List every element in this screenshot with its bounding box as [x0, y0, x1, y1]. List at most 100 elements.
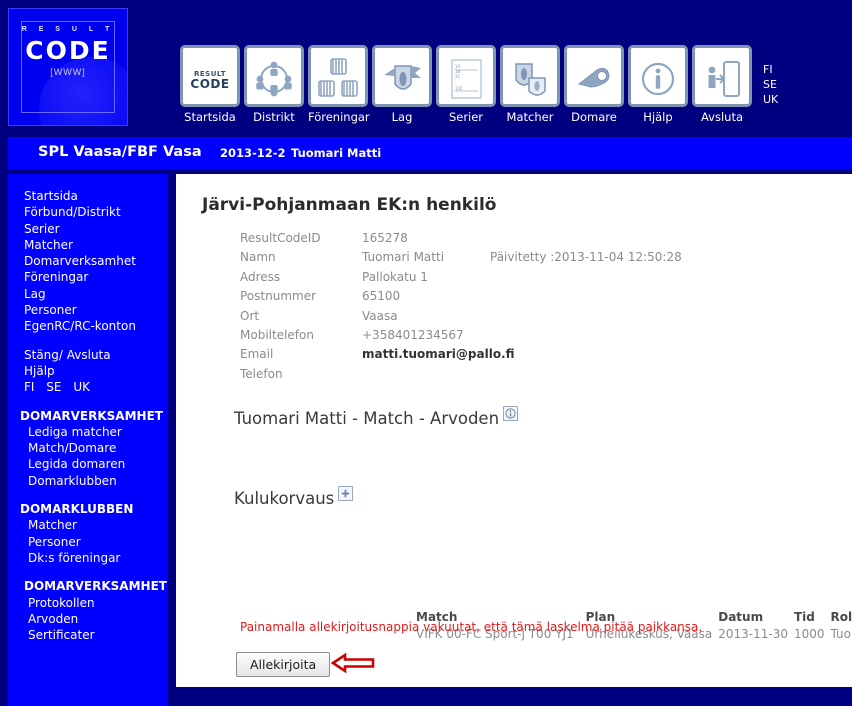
- people-circle-icon: [244, 45, 304, 107]
- app-header: R E S U L T CODE [WWW] RESULT CODE Start…: [0, 0, 852, 133]
- nav-item-startsida[interactable]: RESULT CODE Startsida: [180, 45, 240, 124]
- sidebar-item-foreningar[interactable]: Föreningar: [8, 269, 168, 285]
- nav-item-lag[interactable]: Lag: [372, 45, 432, 124]
- organization-name: SPL Vaasa/FBF Vasa: [38, 144, 202, 160]
- nav-item-matcher[interactable]: Matcher: [500, 45, 560, 124]
- detail-label: ResultCodeID: [240, 231, 321, 245]
- sidebar-item-lediga-matcher[interactable]: Lediga matcher: [8, 424, 168, 440]
- sidebar-item-domarverksamhet[interactable]: Domarverksamhet: [8, 253, 168, 269]
- nav-label: Föreningar: [308, 110, 370, 124]
- cell-tid: 1000: [793, 627, 825, 641]
- sidebar-item-arvoden[interactable]: Arvoden: [8, 611, 168, 627]
- header-language-switcher: FI SE UK: [763, 62, 778, 107]
- last-updated-text: Päivitetty :2013-11-04 12:50:28: [490, 250, 682, 265]
- detail-value: Pallokatu 1: [362, 269, 428, 284]
- info-circle-icon: [628, 45, 688, 107]
- context-bar: SPL Vaasa/FBF Vasa 2013-12-2 Tuomari Mat…: [8, 137, 852, 169]
- cell-roll: Tuomari: [830, 627, 852, 641]
- svg-text:13C: 13C: [455, 86, 463, 91]
- main-content: Järvi-Pohjanmaan EK:n henkilö ResultCode…: [176, 174, 852, 687]
- sidebar: Startsida Förbund/Distrikt Serier Matche…: [8, 174, 168, 706]
- header-lang-se[interactable]: SE: [763, 77, 778, 92]
- sidebar-lang-se[interactable]: SE: [46, 380, 61, 394]
- detail-value: Vaasa: [362, 308, 398, 323]
- sidebar-item-match-domare[interactable]: Match/Domare: [8, 440, 168, 456]
- info-icon[interactable]: [503, 406, 519, 421]
- kulukorvaus-section-heading: Kulukorvaus: [234, 486, 354, 508]
- detail-label: Email: [240, 347, 274, 362]
- main-navigation: RESULT CODE Startsida Distrikt Föreninga…: [180, 45, 756, 130]
- match-heading-text: Tuomari Matti - Match - Arvoden: [234, 409, 500, 428]
- page-title: Järvi-Pohjanmaan EK:n henkilö: [202, 195, 497, 215]
- sidebar-item-protokollen[interactable]: Protokollen: [8, 595, 168, 611]
- logo-code-text: CODE: [25, 36, 111, 65]
- header-lang-fi[interactable]: FI: [763, 62, 778, 77]
- sign-button[interactable]: Allekirjoita: [236, 652, 331, 677]
- nav-item-avsluta[interactable]: Avsluta: [692, 45, 752, 124]
- nav-label: Domare: [571, 110, 617, 124]
- app-logo: R E S U L T CODE [WWW]: [8, 8, 128, 126]
- kulu-heading-text: Kulukorvaus: [234, 489, 335, 508]
- nav-label: Lag: [391, 110, 413, 124]
- sidebar-item-stang-avsluta[interactable]: Stäng/ Avsluta: [8, 347, 168, 363]
- nav-label: Avsluta: [700, 110, 744, 124]
- left-arrow-annotation: [330, 652, 375, 679]
- detail-value-email: matti.tuomari@pallo.fi: [362, 347, 515, 362]
- shield-flag-icon: [372, 45, 432, 107]
- detail-label: Mobiltelefon: [240, 327, 314, 342]
- nav-label: Startsida: [184, 110, 236, 124]
- sidebar-lang-fi[interactable]: FI: [24, 380, 34, 394]
- sidebar-item-hjalp[interactable]: Hjälp: [8, 363, 168, 379]
- nav-item-distrikt[interactable]: Distrikt: [244, 45, 304, 124]
- sidebar-group-heading-domarverksamhet-2: DOMARVERKSAMHET: [24, 579, 167, 594]
- detail-value: 165278: [362, 231, 408, 245]
- nav-item-foreningar[interactable]: Föreningar: [308, 45, 370, 124]
- logo-result-text: R E S U L T: [21, 26, 115, 33]
- sidebar-item-lag[interactable]: Lag: [8, 286, 168, 302]
- whistle-icon: [564, 45, 624, 107]
- signature-warning-text: Painamalla allekirjoitusnappia vakuutat,…: [240, 620, 703, 634]
- sidebar-language-switcher: FI SE UK: [8, 379, 168, 395]
- detail-label: Postnummer: [240, 289, 317, 304]
- detail-value: Tuomari Matti: [362, 250, 445, 265]
- nav-item-domare[interactable]: Domare: [564, 45, 624, 124]
- sidebar-item-sertificater[interactable]: Sertificater: [8, 627, 168, 643]
- nav-label: Serier: [448, 110, 484, 124]
- col-datum: Datum: [718, 610, 764, 624]
- sidebar-item-serier[interactable]: Serier: [8, 221, 168, 237]
- sidebar-item-domarklubben[interactable]: Domarklubben: [8, 473, 168, 489]
- sidebar-lang-uk[interactable]: UK: [73, 380, 90, 394]
- sidebar-item-forbund-distrikt[interactable]: Förbund/Distrikt: [8, 204, 168, 220]
- sidebar-item-dks-foreningar[interactable]: Dk:s föreningar: [8, 550, 168, 566]
- nav-label: Distrikt: [253, 110, 295, 124]
- sidebar-item-dk-matcher[interactable]: Matcher: [8, 517, 168, 533]
- sidebar-item-startsida[interactable]: Startsida: [8, 188, 168, 204]
- current-date: 2013-12-2: [220, 146, 286, 160]
- svg-text::: :: [455, 79, 456, 84]
- nav-item-serier[interactable]: 1A 1B 2C: 13C Serier: [436, 45, 496, 124]
- col-roll: Roll: [830, 610, 852, 624]
- detail-label: Ort: [240, 308, 260, 323]
- nav-item-hjalp[interactable]: Hjälp: [628, 45, 688, 124]
- detail-value: 65100: [362, 289, 401, 304]
- header-lang-uk[interactable]: UK: [763, 92, 778, 107]
- nav-label: Matcher: [506, 110, 554, 124]
- sidebar-item-personer[interactable]: Personer: [8, 302, 168, 318]
- sidebar-item-legida-domaren[interactable]: Legida domaren: [8, 456, 168, 472]
- nav-label: Hjälp: [643, 110, 673, 124]
- col-tid: Tid: [793, 610, 815, 624]
- exit-door-icon: [692, 45, 752, 107]
- sidebar-item-egenrc[interactable]: EgenRC/RC-konton: [8, 318, 168, 334]
- sidebar-item-dk-personer[interactable]: Personer: [8, 534, 168, 550]
- svg-text:CODE: CODE: [190, 77, 229, 91]
- two-shields-icon: [500, 45, 560, 107]
- detail-label: Namn: [240, 250, 276, 265]
- cell-datum: 2013-11-30: [718, 627, 788, 641]
- sidebar-item-matcher[interactable]: Matcher: [8, 237, 168, 253]
- plus-icon[interactable]: [338, 486, 354, 501]
- logged-in-user: Tuomari Matti: [291, 146, 382, 160]
- detail-label: Adress: [240, 269, 281, 284]
- detail-value: +358401234567: [362, 327, 464, 342]
- resultcode-logo-icon: RESULT CODE: [180, 45, 240, 107]
- standings-list-icon: 1A 1B 2C: 13C: [436, 45, 496, 107]
